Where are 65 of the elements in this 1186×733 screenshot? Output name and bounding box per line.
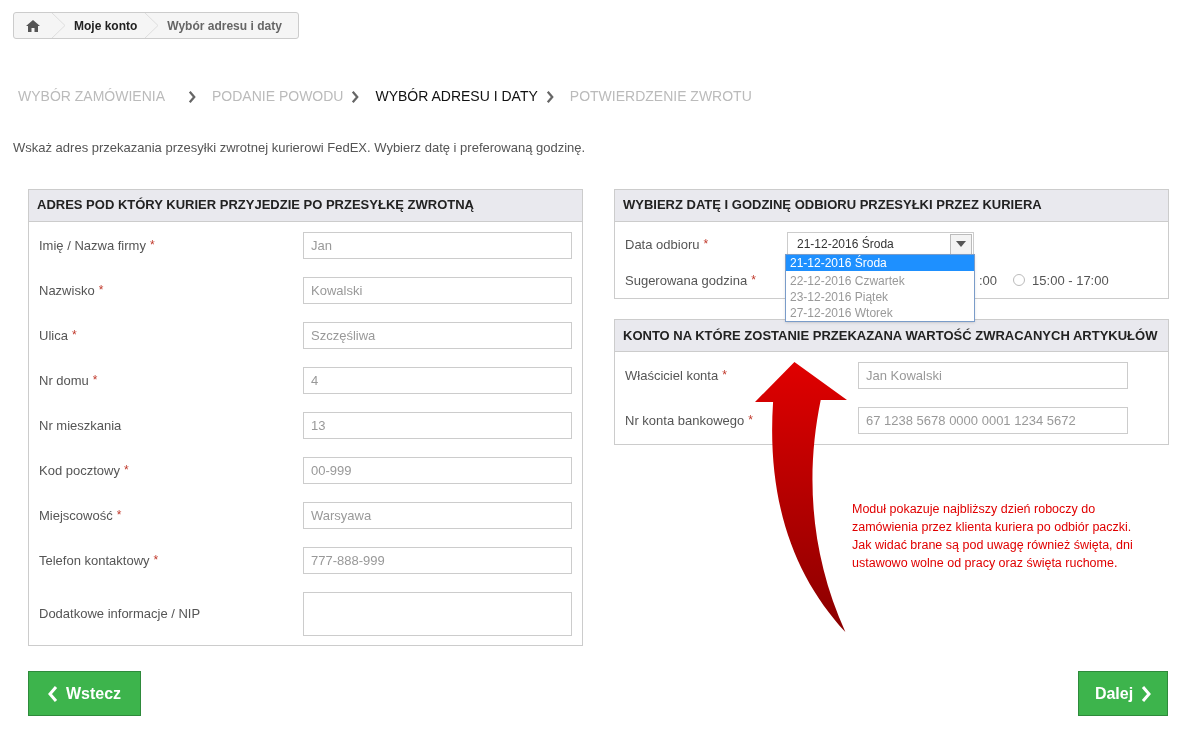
time-option-label: 15:00 - 17:00 [1032, 271, 1109, 290]
separator-icon [52, 13, 66, 38]
input-field[interactable]: 4 [303, 366, 572, 394]
required-asterisk: * [751, 271, 756, 289]
step-label: WYBÓR ZAMÓWIENIA [18, 87, 165, 106]
dropdown-option[interactable]: 22-12-2016 Czwartek [786, 273, 974, 289]
panel-title: KONTO NA KTÓRE ZOSTANIE PRZEKAZANA WARTOŚĆ ZWRACANYCH ARTYKUŁÓW [623, 326, 1158, 345]
breadcrumb-link[interactable]: Wybór adresu i daty [159, 16, 290, 35]
field-label: Imię / Nazwa firmy [39, 236, 146, 255]
textarea-field[interactable] [302, 591, 572, 636]
field-label: Kod pocztowy [39, 461, 120, 480]
field-label: Nr domu [39, 371, 89, 390]
back-button[interactable]: Wstecz [28, 671, 141, 716]
step-label: POTWIERDZENIE ZWROTU [569, 87, 752, 106]
input-field[interactable]: Jan [303, 231, 572, 259]
step-label: WYBÓR ADRESU I DATY [375, 87, 538, 106]
input-field[interactable]: 00-999 [303, 456, 572, 484]
required-asterisk: * [722, 367, 727, 384]
chevron-right-icon [1141, 685, 1152, 702]
input-field[interactable]: Warsyawa [303, 501, 572, 529]
curved-arrow-icon [755, 362, 847, 634]
required-asterisk: * [98, 281, 104, 299]
chevron-icon [188, 90, 196, 103]
input-field[interactable]: 13 [303, 411, 572, 439]
required-asterisk: * [149, 236, 155, 254]
input-field[interactable]: Kowalski [303, 276, 572, 304]
field-label: Dodatkowe informacje / NIP [39, 604, 201, 623]
input-field[interactable]: Szczęśliwa [303, 321, 572, 349]
required-asterisk: * [71, 326, 77, 344]
field-label: Ulica [39, 326, 68, 345]
step-label: PODANIE POWODU [212, 87, 344, 106]
field-label: Data odbioru [625, 235, 700, 254]
field-label: Właściciel konta [625, 367, 719, 385]
intro-text: Wskaż adres przekazania przesyłki zwrotnej kurierowi FedEX. Wybierz datę i preferowaną godzinę. [12, 139, 587, 157]
required-asterisk: * [92, 371, 98, 389]
dropdown-option[interactable]: 23-12-2016 Piątek [786, 289, 974, 305]
annotation-text: Moduł pokazuje najbliższy dzień roboczy do zamówienia przez klienta kuriera po odbiór paczki. Jak widać brane są pod uwagę również święta, dni ustawowo wolne od pracy oraz święta ruchome. [852, 501, 1134, 572]
caret-down-icon [956, 241, 966, 247]
separator-icon [145, 13, 160, 38]
field-label: Nr konta bankowego [625, 412, 745, 430]
field-label: Nr mieszkania [39, 416, 122, 435]
next-button[interactable]: Dalej [1078, 671, 1168, 716]
field-label: Telefon kontaktowy [39, 551, 150, 570]
panel-title: WYBIERZ DATĘ I GODZINĘ ODBIORU PRZESYŁKI PRZEZ KURIERA [623, 196, 1042, 215]
required-asterisk: * [153, 551, 159, 569]
chevron-icon [545, 90, 554, 103]
dropdown-option[interactable]: 21-12-2016 Środa [786, 255, 974, 271]
dropdown-option[interactable]: 27-12-2016 Wtorek [786, 305, 974, 321]
field-label: Miejscowość [39, 506, 113, 525]
chevron-left-icon [47, 685, 58, 702]
panel-title: ADRES POD KTÓRY KURIER PRZYJEDZIE PO PRZESYŁKĘ ZWROTNĄ [37, 196, 474, 215]
chevron-icon [351, 90, 360, 103]
time-option-label: :00 [979, 271, 998, 290]
breadcrumb-link[interactable]: Moje konto [66, 16, 146, 35]
input-field[interactable]: Jan Kowalski [858, 362, 1128, 389]
required-asterisk: * [748, 412, 753, 429]
required-asterisk: * [703, 235, 709, 253]
field-label: Nazwisko [39, 281, 95, 300]
required-asterisk: * [123, 461, 129, 479]
input-field[interactable]: 777-888-999 [303, 546, 572, 574]
dropdown-toggle[interactable] [950, 233, 972, 255]
field-label: Sugerowana godzina [625, 271, 748, 290]
input-field[interactable]: 67 1238 5678 0000 0001 1234 5672 [858, 407, 1128, 434]
home-icon [26, 19, 40, 32]
required-asterisk: * [116, 506, 122, 524]
